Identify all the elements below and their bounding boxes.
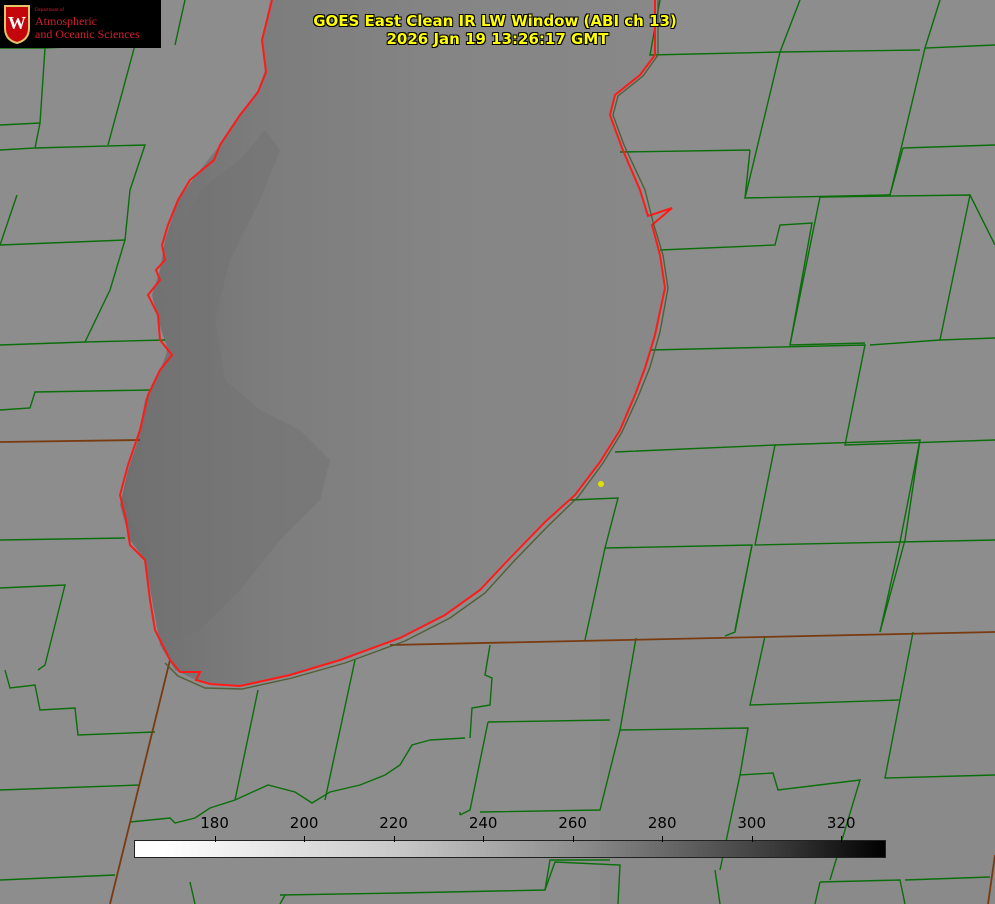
colorbar-tick-mark	[662, 836, 663, 842]
colorbar-tick-label: 300	[737, 814, 767, 832]
crest-letter: W	[8, 13, 26, 33]
colorbar-tick-label: 220	[379, 814, 408, 832]
colorbar-tick-label: 260	[558, 814, 587, 832]
colorbar-tick-mark	[215, 836, 216, 842]
location-marker-dot	[598, 481, 604, 487]
colorbar-tick-mark	[483, 836, 484, 842]
colorbar-tick-mark	[841, 836, 842, 842]
colorbar-tick-label: 320	[826, 814, 856, 832]
satellite-map-view: W Department of Atmospheric and Oceanic …	[0, 0, 995, 904]
colorbar-tick-labels: 180 200 220 240 260 280 300 320	[0, 814, 995, 836]
uw-aos-logo[interactable]: W Department of Atmospheric and Oceanic …	[0, 0, 161, 48]
map-canvas	[0, 0, 995, 904]
colorbar-tick-mark	[573, 836, 574, 842]
colorbar-gradient	[134, 840, 886, 858]
land-shade-southeast	[600, 640, 995, 904]
colorbar-tick-label: 200	[289, 814, 319, 832]
colorbar-tick-label: 240	[468, 814, 498, 832]
colorbar-tick-label: 180	[200, 814, 229, 832]
colorbar-tick-mark	[394, 836, 395, 842]
colorbar-tick-mark	[304, 836, 305, 842]
colorbar-tick-label: 280	[647, 814, 677, 832]
logo-department-text: Department of	[35, 8, 65, 13]
logo-line-2: and Oceanic Sciences	[35, 27, 140, 41]
colorbar-tick-mark	[752, 836, 753, 842]
uw-crest-icon: W	[4, 5, 30, 44]
logo-line-1: Atmospheric	[35, 14, 97, 28]
